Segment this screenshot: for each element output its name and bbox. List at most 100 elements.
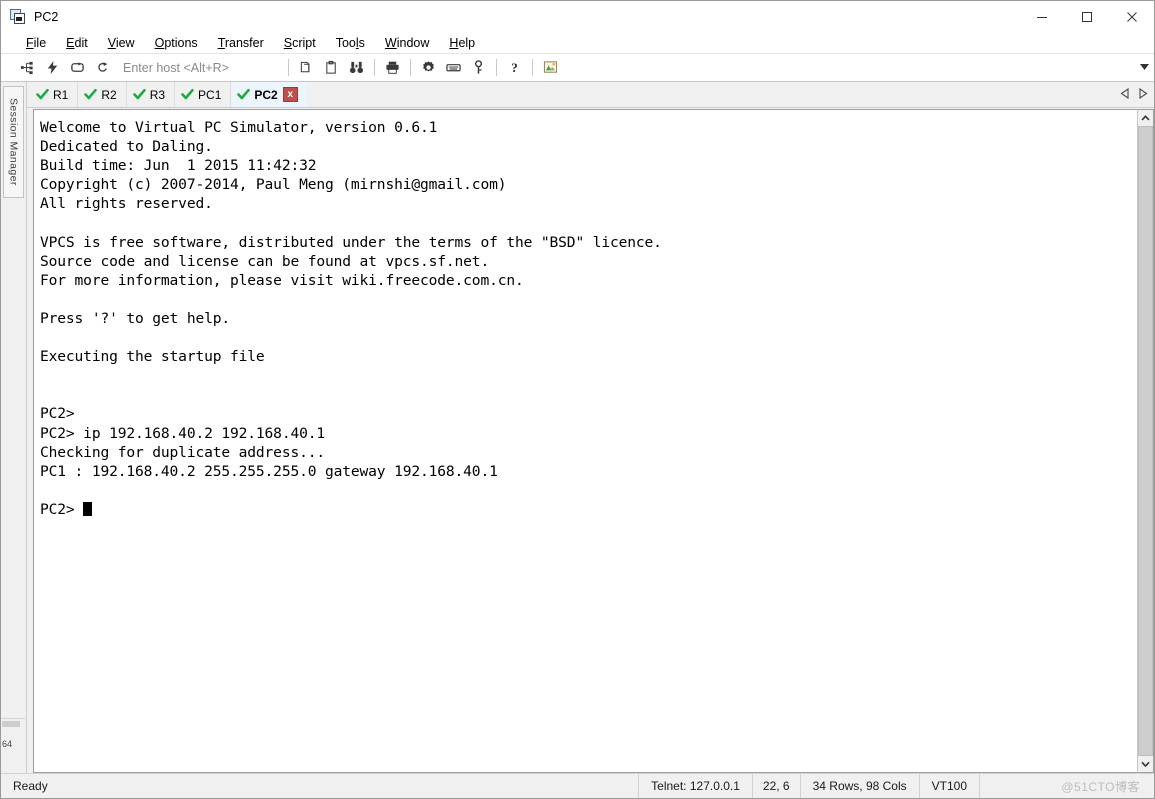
help-icon[interactable]: ? — [502, 56, 527, 80]
maximize-icon[interactable] — [1064, 1, 1109, 32]
menu-item-script[interactable]: Script — [275, 34, 325, 52]
terminal-line: PC1 : 192.168.40.2 255.255.255.0 gateway… — [40, 462, 498, 480]
terminal-line: PC2> — [40, 500, 1137, 519]
print-icon[interactable] — [380, 56, 405, 80]
menu-item-transfer[interactable]: Transfer — [209, 34, 273, 52]
terminal-line: VPCS is free software, distributed under… — [40, 233, 662, 251]
paste-icon[interactable] — [319, 56, 344, 80]
terminal-line: PC2> — [40, 405, 75, 423]
body-row: Session Manager 64 R1 R2 R3 PC1 PC2 x We… — [1, 82, 1154, 773]
scrollbar-thumb[interactable] — [1138, 126, 1153, 756]
terminal-line: Press '?' to get help. — [40, 309, 230, 327]
nav-right-icon[interactable] — [1138, 87, 1148, 102]
terminal-line: Dedicated to Daling. — [40, 138, 213, 156]
settings-gear-icon[interactable] — [416, 56, 441, 80]
session-tab-r2[interactable]: R2 — [78, 82, 127, 107]
toolbar-separator — [410, 59, 411, 76]
terminal-vertical-scrollbar[interactable] — [1137, 109, 1154, 773]
menu-bar: File Edit View Options Transfer Script T… — [1, 32, 1154, 54]
check-icon — [36, 88, 49, 101]
session-manager-panel: Session Manager 64 — [1, 82, 27, 773]
session-tab-label: R1 — [53, 87, 69, 102]
session-tab-r3[interactable]: R3 — [126, 82, 176, 107]
close-icon[interactable] — [1109, 1, 1154, 32]
menu-item-edit[interactable]: Edit — [57, 34, 97, 52]
session-tab-pc1[interactable]: PC1 — [175, 82, 232, 107]
status-cursor-position: 22, 6 — [751, 774, 800, 798]
status-connection: Telnet: 127.0.0.1 — [638, 774, 752, 798]
chevron-down-icon[interactable] — [1136, 54, 1152, 80]
terminal-cursor — [83, 501, 93, 516]
status-emulation: VT100 — [918, 774, 979, 798]
reconnect-all-icon[interactable] — [90, 56, 115, 80]
minimize-icon[interactable] — [1019, 1, 1064, 32]
session-tab-strip: R1 R2 R3 PC1 PC2 x — [27, 82, 1154, 108]
toolbar-separator — [374, 59, 375, 76]
session-tab-label: PC2 — [254, 87, 278, 102]
tab-navigation — [1120, 82, 1154, 107]
find-icon[interactable] — [344, 56, 369, 80]
connect-icon[interactable] — [15, 56, 40, 80]
check-icon — [237, 88, 251, 101]
svg-text:?: ? — [511, 60, 518, 75]
terminal-line: Checking for duplicate address... — [40, 443, 325, 461]
status-bar: Ready Telnet: 127.0.0.1 22, 6 34 Rows, 9… — [1, 773, 1154, 798]
terminal-line: Executing the startup file — [40, 348, 265, 366]
toolbar-separator — [288, 59, 289, 76]
quick-connect-icon[interactable] — [40, 56, 65, 80]
main-area: R1 R2 R3 PC1 PC2 x Welcome to Virtual PC… — [27, 82, 1154, 773]
copy-icon[interactable] — [294, 56, 319, 80]
check-icon — [181, 88, 194, 101]
check-icon — [84, 88, 98, 101]
session-manager-tab[interactable]: Session Manager — [3, 86, 24, 198]
title-bar-left: PC2 — [1, 8, 59, 25]
session-tab-label: R3 — [149, 87, 166, 102]
session-horizontal-scrollbar[interactable] — [1, 718, 25, 729]
menu-item-file[interactable]: File — [17, 34, 55, 52]
session-bottom-label: 64 — [2, 739, 13, 749]
reconnect-icon[interactable] — [65, 56, 90, 80]
terminal-line: Welcome to Virtual PC Simulator, version… — [40, 119, 438, 136]
terminal-line: PC2> ip 192.168.40.2 192.168.40.1 — [40, 424, 325, 442]
session-tab-label: R2 — [101, 87, 117, 102]
terminal-output[interactable]: Welcome to Virtual PC Simulator, version… — [33, 109, 1137, 773]
scroll-down-icon[interactable] — [1138, 756, 1153, 772]
title-bar: PC2 — [1, 1, 1154, 32]
key-icon[interactable] — [466, 56, 491, 80]
terminal-wrapper: Welcome to Virtual PC Simulator, version… — [27, 108, 1154, 773]
window-controls — [1019, 1, 1154, 32]
session-tab-pc2[interactable]: PC2 x — [231, 82, 307, 107]
menu-item-help[interactable]: Help — [440, 34, 484, 52]
toolbar-separator — [532, 59, 533, 76]
nav-left-icon[interactable] — [1120, 87, 1130, 102]
window-title: PC2 — [34, 9, 59, 24]
status-dimensions: 34 Rows, 98 Cols — [799, 774, 919, 798]
session-tab-r1[interactable]: R1 — [30, 82, 79, 107]
menu-item-view[interactable]: View — [99, 34, 144, 52]
keyboard-icon[interactable] — [441, 56, 466, 80]
crt-application-window: PC2 File Edit View Options Transfer Scri… — [0, 0, 1155, 799]
menu-item-tools[interactable]: Tools — [327, 34, 374, 52]
status-ready: Ready — [13, 779, 48, 793]
scroll-up-icon[interactable] — [1138, 110, 1153, 126]
menu-item-options[interactable]: Options — [146, 34, 207, 52]
session-tab-label: PC1 — [198, 87, 222, 102]
session-manager-label: Session Manager — [7, 98, 20, 186]
host-input[interactable]: Enter host <Alt+R> — [115, 61, 283, 75]
toolbar-separator — [496, 59, 497, 76]
terminal-line: Copyright (c) 2007-2014, Paul Meng (mirn… — [40, 176, 507, 194]
terminal-line: All rights reserved. — [40, 195, 213, 213]
close-tab-button[interactable]: x — [282, 87, 298, 102]
window-stack-icon — [10, 8, 26, 25]
check-icon — [132, 88, 146, 101]
menu-item-window[interactable]: Window — [376, 34, 438, 52]
session-options-icon[interactable] — [538, 56, 563, 80]
terminal-line: For more information, please visit wiki.… — [40, 271, 524, 289]
terminal-line: Build time: Jun 1 2015 11:42:32 — [40, 157, 317, 175]
